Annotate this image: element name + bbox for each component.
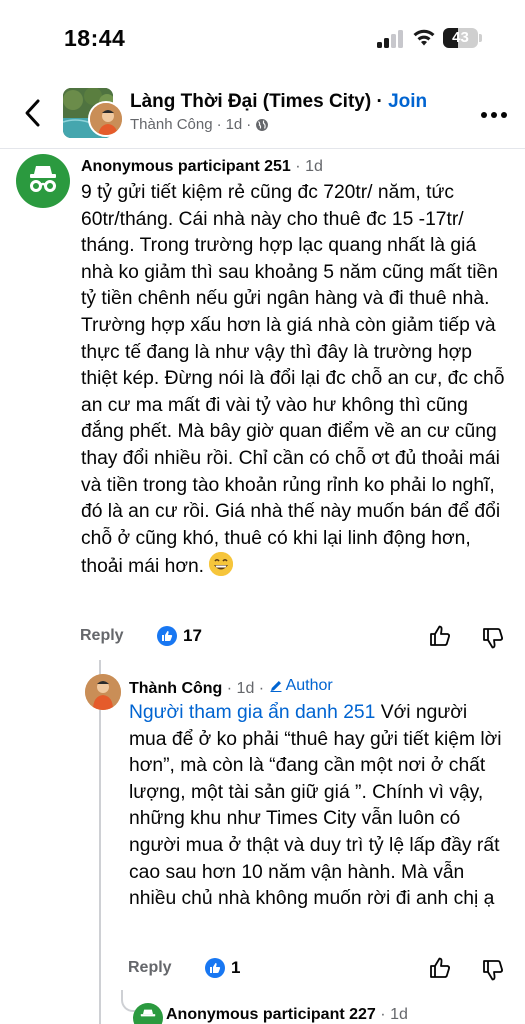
meta-dot-2: · xyxy=(246,116,252,133)
incognito-icon xyxy=(140,1009,156,1017)
comment-header: Anonymous participant 251 · 1d xyxy=(81,158,323,176)
join-button[interactable]: Join xyxy=(388,91,427,112)
comment-author-name[interactable]: Anonymous participant 251 xyxy=(81,158,291,175)
thumbs-down-icon[interactable] xyxy=(482,958,504,982)
author-badge: Author xyxy=(269,677,333,695)
comment-timestamp: 1d xyxy=(305,158,323,175)
thumbs-down-icon[interactable] xyxy=(482,626,504,650)
comment-dot: · xyxy=(295,158,301,175)
group-name[interactable]: Làng Thời Đại (Times City) xyxy=(130,91,371,112)
grinning-emoji-icon xyxy=(209,552,234,577)
reply-reaction-summary[interactable]: 1 xyxy=(205,953,240,983)
status-bar: 18:44 43 xyxy=(0,0,525,80)
post-timestamp: 1d xyxy=(225,116,243,133)
cellular-signal-icon xyxy=(377,30,405,48)
nested-comment-timestamp: 1d xyxy=(390,1006,408,1023)
thumbs-up-icon[interactable] xyxy=(429,956,451,980)
comment-body: 9 tỷ gửi tiết kiệm rẻ cũng đc 720tr/ năm… xyxy=(81,180,513,581)
reply-author-name[interactable]: Thành Công xyxy=(129,680,222,697)
reply-dot-2: · xyxy=(258,680,265,697)
reaction-summary[interactable]: 17 xyxy=(157,621,202,651)
anonymous-avatar[interactable] xyxy=(16,154,70,208)
back-icon[interactable] xyxy=(22,98,42,128)
like-reaction-icon-2 xyxy=(205,958,225,978)
reply-timestamp: 1d xyxy=(236,680,255,697)
nested-comment-author[interactable]: Anonymous participant 227 xyxy=(166,1006,376,1023)
anonymous-avatar-small[interactable] xyxy=(133,1003,163,1024)
post-author-name[interactable]: Thành Công xyxy=(130,116,213,133)
wifi-icon xyxy=(413,29,435,46)
like-count-2: 1 xyxy=(231,958,241,977)
battery-level: 43 xyxy=(452,29,469,46)
meta-dot: · xyxy=(216,116,222,133)
reply-actions: Reply xyxy=(128,953,172,983)
like-reaction-icon xyxy=(157,626,177,646)
reply-author-avatar[interactable] xyxy=(85,674,121,710)
thread-line xyxy=(99,660,101,1024)
author-badge-label: Author xyxy=(285,677,333,694)
nested-comment-dot: · xyxy=(380,1006,386,1023)
pencil-icon xyxy=(270,681,282,692)
mention-link[interactable]: Người tham gia ẩn danh 251 xyxy=(129,702,375,723)
reply-header: Thành Công · 1d · Author xyxy=(129,677,333,698)
battery-icon: 43 xyxy=(443,28,483,48)
more-options-icon[interactable] xyxy=(481,112,507,118)
thumbs-up-icon[interactable] xyxy=(429,624,451,648)
nested-comment-header: Anonymous participant 227 · 1d xyxy=(166,1006,408,1024)
like-count: 17 xyxy=(183,626,202,645)
group-title-row: Làng Thời Đại (Times City) · Join xyxy=(130,91,427,113)
incognito-icon xyxy=(30,166,56,192)
post-meta: Thành Công · 1d · xyxy=(130,116,269,133)
status-time: 18:44 xyxy=(64,25,126,51)
reply-dot: · xyxy=(226,680,233,697)
post-header: Làng Thời Đại (Times City) · Join Thành … xyxy=(0,80,525,148)
comment-text: 9 tỷ gửi tiết kiệm rẻ cũng đc 720tr/ năm… xyxy=(81,182,505,578)
post-author-avatar[interactable] xyxy=(88,101,124,137)
reply-button-2[interactable]: Reply xyxy=(128,959,172,977)
comment-actions: Reply xyxy=(80,621,124,651)
nested-reply-connector xyxy=(121,990,135,1012)
reply-text: Với người mua để ở ko phải “thuê hay gửi… xyxy=(129,702,502,910)
globe-icon xyxy=(256,118,269,131)
reply-button[interactable]: Reply xyxy=(80,627,124,645)
title-separator: · xyxy=(376,91,383,112)
reply-body: Người tham gia ẩn danh 251 Với người mua… xyxy=(129,700,505,913)
header-divider xyxy=(0,148,525,149)
